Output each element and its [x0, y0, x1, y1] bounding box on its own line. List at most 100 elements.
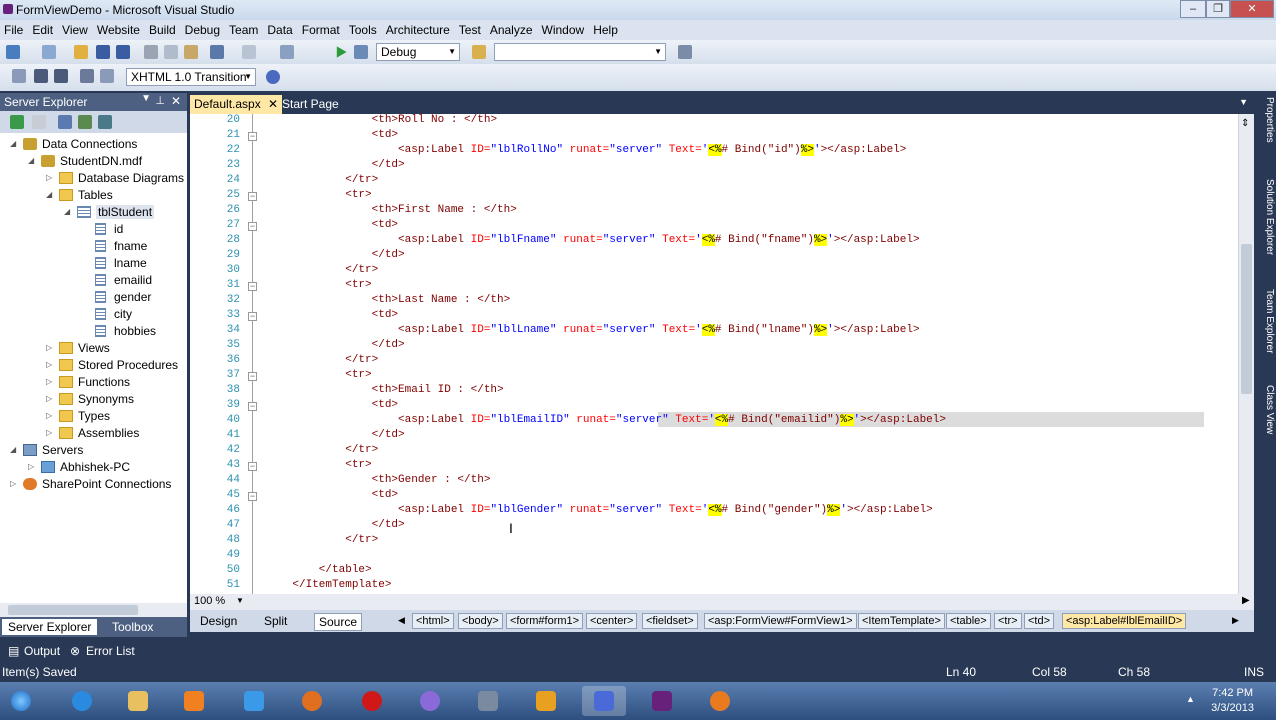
- code-editor[interactable]: 20 21 22 23 24 25 26 27 28 29 30 31 32 33 34 35 36 37 38 39…: [190, 114, 1254, 594]
- vscroll-thumb[interactable]: [1241, 244, 1252, 394]
- tag-crumb[interactable]: <fieldset>: [642, 613, 698, 629]
- code-area[interactable]: <th>Roll No : </th> <td> <asp:Label ID="…: [266, 114, 1226, 594]
- side-tab-team-explorer[interactable]: Team Explorer: [1259, 289, 1275, 353]
- collapse-icon[interactable]: −: [248, 402, 257, 411]
- solution-config-select[interactable]: Debug ▼: [376, 43, 460, 61]
- menu-tools[interactable]: Tools: [345, 20, 382, 37]
- attach-icon[interactable]: [354, 45, 368, 59]
- tab-output[interactable]: Output: [24, 644, 60, 658]
- copy-icon[interactable]: [164, 45, 178, 59]
- tag-crumb[interactable]: <html>: [412, 613, 454, 629]
- menu-format[interactable]: Format: [298, 20, 345, 37]
- menu-edit[interactable]: Edit: [28, 20, 58, 37]
- tree-node-hobbies[interactable]: hobbies: [0, 323, 187, 340]
- taskbar-firefox[interactable]: [290, 686, 334, 716]
- taskbar-ie[interactable]: [60, 686, 104, 716]
- expand-icon[interactable]: ◢: [10, 445, 16, 454]
- collapse-icon[interactable]: −: [248, 372, 257, 381]
- menu-window[interactable]: Window: [538, 20, 590, 37]
- uncomment-icon[interactable]: [100, 69, 114, 83]
- side-tab-properties[interactable]: Properties: [1259, 97, 1275, 143]
- save-all-icon[interactable]: [116, 45, 130, 59]
- pin-icon[interactable]: ⊥: [155, 94, 165, 107]
- collapse-icon[interactable]: −: [248, 492, 257, 501]
- menu-test[interactable]: Test: [455, 20, 486, 37]
- connect-database-icon[interactable]: [58, 115, 72, 129]
- tag-crumb[interactable]: <table>: [946, 613, 991, 629]
- tab-toolbox[interactable]: Toolbox: [106, 619, 159, 635]
- find-combo[interactable]: ▼: [494, 43, 666, 61]
- hscroll-thumb[interactable]: [8, 605, 138, 615]
- stop-icon[interactable]: [32, 115, 46, 129]
- tag-crumb[interactable]: <tr>: [994, 613, 1022, 629]
- tree-node-tblstudent[interactable]: ◢ tblStudent: [0, 204, 187, 221]
- collapse-icon[interactable]: −: [248, 132, 257, 141]
- doctype-select[interactable]: XHTML 1.0 Transition ▼: [126, 68, 256, 86]
- expand-icon[interactable]: ▷: [46, 343, 52, 352]
- taskbar-sphere[interactable]: [408, 686, 452, 716]
- scroll-right-icon[interactable]: ▶: [1242, 595, 1250, 606]
- expand-icon[interactable]: ▷: [10, 479, 16, 488]
- tab-dropdown-icon[interactable]: ▼: [1239, 97, 1248, 107]
- collapse-icon[interactable]: −: [248, 222, 257, 231]
- menu-data[interactable]: Data: [263, 20, 297, 37]
- expand-icon[interactable]: ▷: [46, 428, 52, 437]
- navigate-icon[interactable]: [280, 45, 294, 59]
- extensions-icon[interactable]: [678, 45, 692, 59]
- expand-icon[interactable]: ◢: [10, 139, 16, 148]
- cut-icon[interactable]: [144, 45, 158, 59]
- tree-node-data-connections[interactable]: ◢ Data Connections: [0, 136, 187, 153]
- start-debug-icon[interactable]: [336, 46, 347, 58]
- expand-icon[interactable]: ◢: [28, 156, 34, 165]
- taskbar-explorer[interactable]: [116, 686, 160, 716]
- tree-node-functions[interactable]: ▷ Functions: [0, 374, 187, 391]
- tree-node-servers[interactable]: ◢ Servers: [0, 442, 187, 459]
- find-icon[interactable]: [472, 45, 486, 59]
- tree-node-abhishek-pc[interactable]: ▷ Abhishek-PC: [0, 459, 187, 476]
- taskbar-paw[interactable]: [698, 686, 742, 716]
- tag-crumb[interactable]: <ItemTemplate>: [858, 613, 945, 629]
- tree-node-assemblies[interactable]: ▷ Assemblies: [0, 425, 187, 442]
- zoom-level[interactable]: 100 %: [194, 595, 225, 607]
- tree-node-types[interactable]: ▷ Types: [0, 408, 187, 425]
- tree-node-database-diagrams[interactable]: ▷ Database Diagrams: [0, 170, 187, 187]
- taskbar-vs-blend[interactable]: [582, 686, 626, 716]
- maximize-button[interactable]: ❐: [1206, 0, 1230, 18]
- menu-build[interactable]: Build: [145, 20, 181, 37]
- split-view-button[interactable]: Split: [260, 613, 291, 629]
- menu-team[interactable]: Team: [225, 20, 263, 37]
- tree-node-gender[interactable]: gender: [0, 289, 187, 306]
- paste-icon[interactable]: [184, 45, 198, 59]
- indent-icon[interactable]: [12, 69, 26, 83]
- tab-server-explorer[interactable]: Server Explorer: [2, 619, 98, 635]
- split-icon[interactable]: ⇕: [1241, 118, 1249, 129]
- taskbar-media[interactable]: [172, 686, 216, 716]
- format-icon[interactable]: [34, 69, 48, 83]
- expand-icon[interactable]: ▷: [46, 411, 52, 420]
- taskbar-opera[interactable]: [350, 686, 394, 716]
- menu-view[interactable]: View: [58, 20, 93, 37]
- taskbar-tools[interactable]: [466, 686, 510, 716]
- tag-crumb[interactable]: <td>: [1024, 613, 1055, 629]
- tree-node-stored-procedures[interactable]: ▷ Stored Procedures: [0, 357, 187, 374]
- new-project-icon[interactable]: [6, 45, 20, 59]
- expand-icon[interactable]: ◢: [46, 190, 52, 199]
- connect-server-icon[interactable]: [78, 115, 92, 129]
- save-icon[interactable]: [96, 45, 110, 59]
- open-icon[interactable]: [74, 45, 88, 59]
- tray-arrow-icon[interactable]: ▲: [1186, 694, 1195, 704]
- tree-node-studentdn-mdf[interactable]: ◢ StudentDN.mdf: [0, 153, 187, 170]
- zoom-dropdown-icon[interactable]: ▼: [236, 596, 244, 605]
- tag-crumb[interactable]: <form#form1>: [506, 613, 584, 629]
- side-tab-class-view[interactable]: Class View: [1259, 385, 1275, 434]
- tree-node-id[interactable]: id: [0, 221, 187, 238]
- tree-node-sharepoint-connections[interactable]: ▷ SharePoint Connections: [0, 476, 187, 493]
- tag-crumb[interactable]: <center>: [586, 613, 638, 629]
- add-item-icon[interactable]: [42, 45, 56, 59]
- menu-debug[interactable]: Debug: [181, 20, 225, 37]
- tree-node-lname[interactable]: lname: [0, 255, 187, 272]
- tree-node-views[interactable]: ▷ Views: [0, 340, 187, 357]
- expand-icon[interactable]: ▷: [46, 173, 52, 182]
- tree-node-fname[interactable]: fname: [0, 238, 187, 255]
- taskbar-app[interactable]: [232, 686, 276, 716]
